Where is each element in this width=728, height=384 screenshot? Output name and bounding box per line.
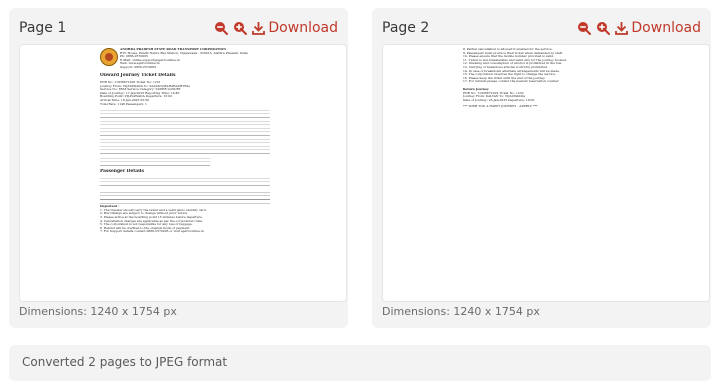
zoom-out-icon[interactable]	[577, 21, 592, 35]
ticket-document: 8. Partial cancellation is allowed if en…	[461, 47, 635, 297]
conversion-status: Converted 2 pages to JPEG format	[9, 345, 711, 381]
page-dimensions: Dimensions: 1240 x 1754 px	[382, 305, 540, 318]
download-label: Download	[268, 20, 338, 36]
page-card-header: Page 2 Download	[382, 18, 701, 38]
doc-header-line: Support: 0866-2570005	[120, 65, 157, 69]
zoom-out-icon[interactable]	[214, 21, 229, 35]
doc-section-title: Passenger Details	[100, 169, 144, 175]
page-tools: Download	[214, 20, 338, 36]
download-button[interactable]: Download	[252, 20, 338, 36]
page-label: Page 1	[19, 20, 67, 36]
page-card-1: Page 1 Download ANDHRA PRADESH STATE ROA…	[9, 8, 348, 328]
doc-detail-lines	[100, 108, 270, 157]
page-preview-image[interactable]: ANDHRA PRADESH STATE ROAD TRANSPORT CORP…	[19, 44, 347, 302]
page-preview-image[interactable]: 8. Partial cancellation is allowed if en…	[382, 44, 710, 302]
zoom-in-icon[interactable]	[596, 21, 611, 35]
page-dimensions: Dimensions: 1240 x 1754 px	[19, 305, 177, 318]
corporation-logo-icon	[100, 48, 118, 66]
download-icon	[252, 22, 266, 35]
download-icon	[615, 22, 629, 35]
download-button[interactable]: Download	[615, 20, 701, 36]
status-message: Converted 2 pages to JPEG format	[22, 355, 228, 369]
doc-passenger-table	[100, 176, 270, 189]
doc-detail-lines	[100, 190, 270, 205]
download-label: Download	[631, 20, 701, 36]
doc-detail-lines	[100, 156, 210, 167]
page-label: Page 2	[382, 20, 430, 36]
page-tools: Download	[577, 20, 701, 36]
page-card-header: Page 1 Download	[19, 18, 338, 38]
ticket-document: ANDHRA PRADESH STATE ROAD TRANSPORT CORP…	[98, 47, 272, 297]
page-card-2: Page 2 Download 8. Partial cancellation …	[372, 8, 711, 328]
doc-footer: *** WISH YOU A HAPPY JOURNEY - APSRTC **…	[463, 105, 538, 109]
doc-note: 7. For Support details contact 0866-2570…	[100, 230, 204, 234]
zoom-in-icon[interactable]	[233, 21, 248, 35]
